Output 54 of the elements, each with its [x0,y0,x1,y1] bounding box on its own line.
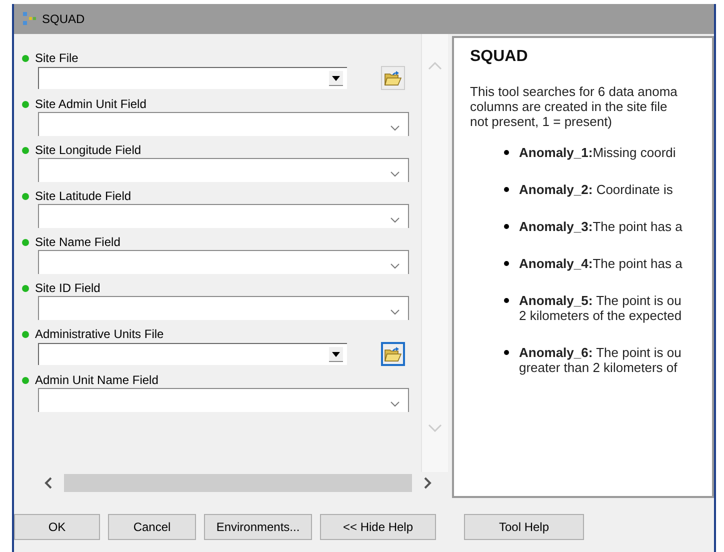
tool-help-button[interactable]: Tool Help [464,514,584,540]
model-icon [22,12,38,26]
scroll-right-icon[interactable] [424,477,432,489]
file-combo-field[interactable] [38,343,347,365]
bullet-icon [504,298,509,303]
required-dot-icon [22,284,29,292]
anomaly-description: Anomaly_5: The point is ou 2 kilometers of the expected [519,293,682,323]
field-dropdown[interactable] [38,112,409,136]
bullet-icon [504,261,509,266]
dialog-button[interactable]: OK [14,514,100,540]
required-dot-icon [22,54,29,62]
parameter-label: Site Name Field [35,235,120,249]
parameter-label: Site Admin Unit Field [35,97,146,111]
chevron-down-icon[interactable] [390,125,400,131]
bullet-icon [504,350,509,355]
window-title: SQUAD [42,12,85,26]
dialog-button[interactable]: Environments... [204,514,312,540]
dialog-button[interactable]: << Hide Help [320,514,436,540]
anomaly-description: Anomaly_3:The point has a [519,219,682,234]
required-dot-icon [22,376,29,384]
required-dot-icon [22,330,29,338]
field-dropdown[interactable] [38,250,409,274]
browse-folder-button[interactable] [381,342,405,366]
bullet-icon [504,150,509,155]
field-dropdown[interactable] [38,204,409,228]
chevron-down-icon[interactable] [390,217,400,223]
parameter-label: Admin Unit Name Field [35,373,158,387]
required-dot-icon [22,238,29,246]
scroll-left-icon[interactable] [44,477,52,489]
bullet-icon [504,187,509,192]
chevron-down-icon[interactable] [390,401,400,407]
dialog-button[interactable]: Cancel [108,514,196,540]
parameter-label: Site File [35,51,78,65]
chevron-down-icon[interactable] [390,171,400,177]
field-dropdown[interactable] [38,388,409,412]
anomaly-description: Anomaly_2: Coordinate is [519,182,673,197]
field-dropdown[interactable] [38,296,409,320]
parameter-label: Site ID Field [35,281,100,295]
parameter-label: Administrative Units File [35,327,164,341]
field-dropdown[interactable] [38,158,409,182]
file-combo-field[interactable] [38,67,347,89]
bullet-icon [504,224,509,229]
anomaly-description: Anomaly_4:The point has a [519,256,682,271]
required-dot-icon [22,100,29,108]
required-dot-icon [22,146,29,154]
parameter-label: Site Longitude Field [35,143,142,157]
anomaly-description: Anomaly_1:Missing coordi [519,145,676,160]
required-dot-icon [22,192,29,200]
help-title: SQUAD [470,48,529,66]
chevron-down-icon[interactable] [390,309,400,315]
parameter-label: Site Latitude Field [35,189,132,203]
chevron-down-icon[interactable] [390,263,400,269]
anomaly-description: Anomaly_6: The point is ou greater than 2 kilometers of [519,345,682,375]
help-description: This tool searches for 6 data anoma columns are created in the site file not present, 1 = present) [470,84,678,129]
